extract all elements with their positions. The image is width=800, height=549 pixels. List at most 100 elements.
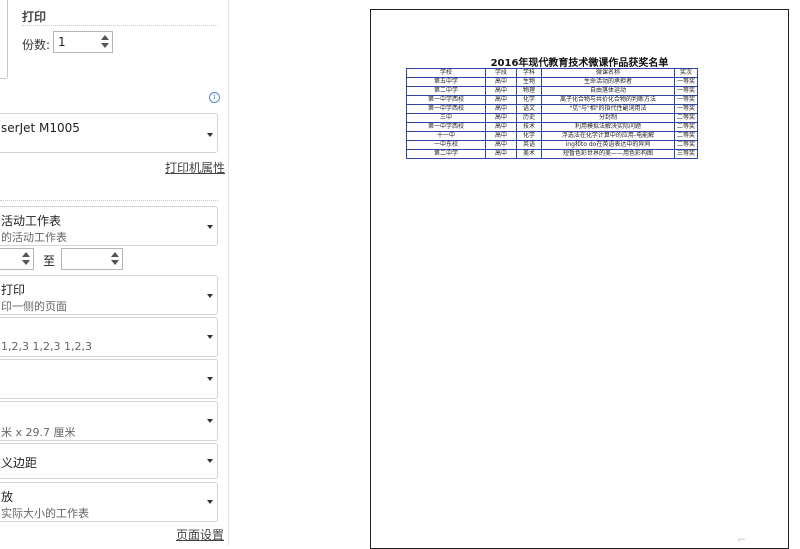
decrement-icon[interactable] [111, 260, 119, 265]
pages-from-stepper[interactable] [0, 248, 34, 270]
margins-select[interactable]: 义边距 [0, 443, 218, 479]
print-what-select[interactable]: 活动工作表 的活动工作表 [0, 206, 218, 246]
decrement-icon[interactable] [22, 260, 30, 265]
table-cell: 浮选法在化学计算中的应用-电能解 [541, 131, 675, 141]
table-row: 第一中学西校 高中 化学 离子化合物与共价化合物的判断方法 一等奖 [406, 95, 699, 105]
table-cell: 第二中学 [406, 149, 486, 159]
table-cell: "见"与"相"的指代性副词用法 [541, 104, 675, 114]
chevron-down-icon [207, 419, 213, 423]
margins-value: 义边距 [1, 456, 38, 470]
table-cell: 高中 [485, 122, 517, 132]
table-cell: 英语 [516, 140, 542, 150]
header-school: 学校 [406, 68, 486, 78]
sides-select[interactable]: 打印 印一侧的页面 [0, 275, 218, 315]
scaling-value: 放 [1, 490, 14, 504]
divider [22, 25, 218, 26]
table-cell: 第一中学西校 [406, 122, 486, 132]
table-row: 十一中 高中 化学 浮选法在化学计算中的应用-电能解 二等奖 [406, 131, 699, 141]
copies-value: 1 [58, 35, 66, 49]
print-section-title: 打印 [22, 10, 47, 24]
table-cell: 一等奖 [673, 95, 699, 105]
table-cell: 高中 [485, 95, 517, 105]
sides-description: 印一侧的页面 [1, 300, 67, 313]
table-cell: 一等奖 [673, 77, 699, 87]
print-settings-panel: 打印 份数: 1 i serJet M1005 打印机属性 活动工作表 的活动工… [0, 0, 228, 546]
chevron-down-icon [207, 459, 213, 463]
print-what-description: 的活动工作表 [1, 231, 67, 244]
document-title: 2016年现代教育技术微课作品获奖名单 [490, 58, 669, 69]
table-cell: 二等奖 [673, 122, 699, 132]
table-cell: 十一中 [406, 131, 486, 141]
chevron-down-icon [207, 500, 213, 504]
table-row: 第五中学 高中 生物 生命活动的承担者 一等奖 [406, 77, 699, 87]
header-award: 奖次 [673, 68, 699, 78]
table-cell: 一中东校 [406, 140, 486, 150]
table-cell: 利用模拟法解决实际问题 [541, 122, 675, 132]
sides-value: 打印 [1, 283, 26, 297]
pages-from-arrows[interactable] [21, 250, 31, 265]
collate-select[interactable]: 1,2,3 1,2,3 1,2,3 [0, 317, 218, 357]
table-cell: 生物 [516, 77, 542, 87]
table-cell: 二等奖 [673, 113, 699, 123]
table-cell: 高中 [485, 104, 517, 114]
table-body: 第五中学 高中 生物 生命活动的承担者 一等奖 第二中学 高中 物理 自由落体运动 一等奖 第一中学… [406, 77, 699, 159]
table-cell: 三中 [406, 113, 486, 123]
table-cell: 化学 [516, 95, 542, 105]
scaling-select[interactable]: 放 实际大小的工作表 [0, 482, 218, 522]
print-what-value: 活动工作表 [1, 214, 62, 228]
table-cell: 生命活动的承担者 [541, 77, 675, 87]
table-cell: 高中 [485, 149, 517, 159]
decrement-icon[interactable] [101, 43, 109, 48]
table-cell: 高中 [485, 140, 517, 150]
table-cell: 第二中学 [406, 86, 486, 96]
info-icon[interactable]: i [209, 92, 220, 103]
table-cell: 高中 [485, 131, 517, 141]
table-cell: 一等奖 [673, 86, 699, 96]
table-cell: 物理 [516, 86, 542, 96]
header-subject: 学科 [516, 68, 542, 78]
copies-stepper-arrows[interactable] [100, 33, 110, 48]
page-corner-mark: ⌐ [737, 535, 746, 546]
table-row: 第一中学西校 高中 技术 利用模拟法解决实际问题 二等奖 [406, 122, 699, 132]
printer-properties-link[interactable]: 打印机属性 [165, 159, 225, 176]
table-cell: 高中 [485, 113, 517, 123]
chevron-down-icon [207, 294, 213, 298]
copies-label: 份数: [22, 38, 51, 52]
orientation-select[interactable] [0, 359, 218, 399]
printer-select[interactable]: serJet M1005 [0, 113, 218, 153]
print-preview-area: 2016年现代教育技术微课作品获奖名单 学校 学段 学科 微课名称 奖次 第五中… [229, 0, 800, 549]
chevron-down-icon [207, 225, 213, 229]
paper-size-description: 米 x 29.7 厘米 [1, 426, 76, 439]
table-cell: 高中 [485, 77, 517, 87]
table-cell: 历史 [516, 113, 542, 123]
increment-icon[interactable] [101, 35, 109, 40]
table-cell: 自由落体运动 [541, 86, 675, 96]
table-cell: 一等奖 [673, 104, 699, 114]
increment-icon[interactable] [111, 252, 119, 257]
table-cell: 语文 [516, 104, 542, 114]
chevron-down-icon [207, 335, 213, 339]
table-row: 一中东校 高中 英语 ing和to do在英语表达中的异同 二等奖 [406, 140, 699, 150]
preview-page: 2016年现代教育技术微课作品获奖名单 学校 学段 学科 微课名称 奖次 第五中… [370, 9, 789, 549]
copies-stepper[interactable]: 1 [53, 31, 113, 53]
table-row: 三中 高中 历史 分封制 二等奖 [406, 113, 699, 123]
pages-to-stepper[interactable] [61, 248, 123, 270]
table-cell: 短暂色彩世界的美——用色彩构图 [541, 149, 675, 159]
print-button[interactable] [0, 0, 8, 79]
scaling-description: 实际大小的工作表 [1, 507, 89, 520]
collate-description: 1,2,3 1,2,3 1,2,3 [1, 340, 92, 353]
table-row: 第一中学西校 高中 语文 "见"与"相"的指代性副词用法 一等奖 [406, 104, 699, 114]
table-cell: 高中 [485, 86, 517, 96]
increment-icon[interactable] [22, 252, 30, 257]
chevron-down-icon [207, 133, 213, 137]
table-row: 第二中学 高中 物理 自由落体运动 一等奖 [406, 86, 699, 96]
table-cell: 第五中学 [406, 77, 486, 87]
table-cell: 技术 [516, 122, 542, 132]
paper-size-select[interactable]: 米 x 29.7 厘米 [0, 401, 218, 441]
table-cell: 二等奖 [673, 131, 699, 141]
page-setup-link[interactable]: 页面设置 [176, 526, 224, 543]
pages-to-arrows[interactable] [110, 250, 120, 265]
table-cell: 化学 [516, 131, 542, 141]
header-course-name: 微课名称 [541, 68, 675, 78]
table-cell: 二等奖 [673, 140, 699, 150]
